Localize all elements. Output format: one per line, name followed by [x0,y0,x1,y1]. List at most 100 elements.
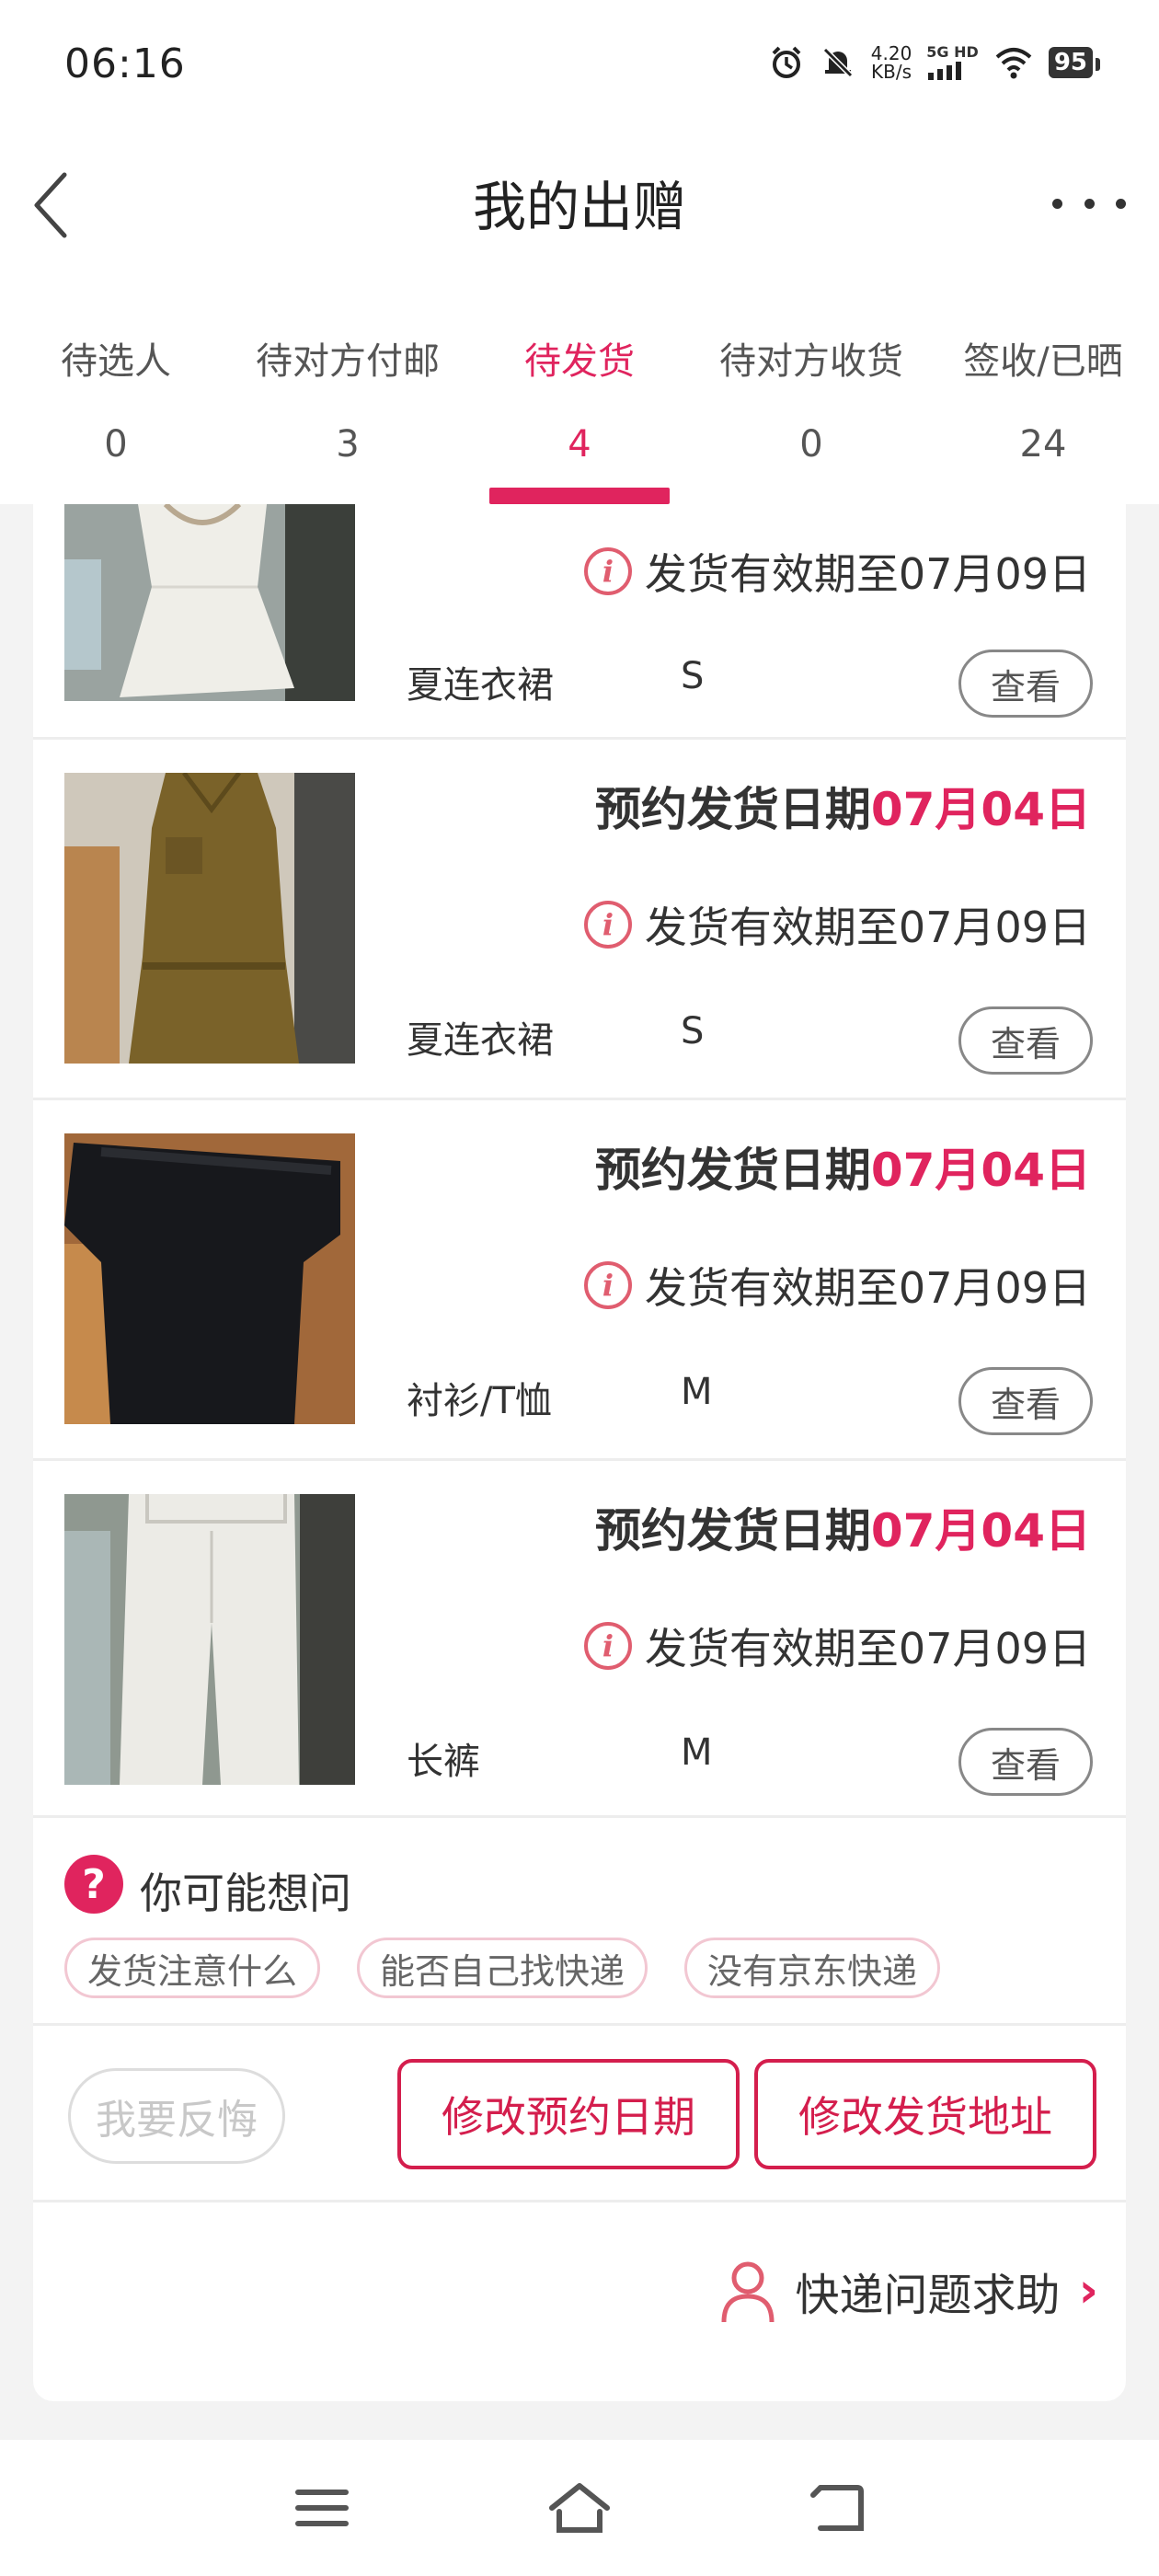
view-button[interactable]: 查看 [958,1006,1093,1075]
ship-deadline: i 发货有效期至07月09日 [583,1616,1091,1676]
item-size: M [681,1371,713,1413]
view-button[interactable]: 查看 [958,1728,1093,1796]
faq-chip[interactable]: 发货注意什么 [64,1938,321,1998]
tab-pending-receipt[interactable]: 待对方收货 0 [695,276,927,504]
item-photo[interactable] [64,773,355,1064]
net-speed: 4.20 KB/s [871,44,912,81]
list-item: i 发货有效期至07月09日 夏连衣裙 S 查看 [33,504,1126,740]
tab-count: 0 [104,423,128,466]
item-size: S [681,1010,705,1052]
ship-deadline-text: 发货有效期至07月09日 [644,903,1091,952]
shipment-list-card: i 发货有效期至07月09日 夏连衣裙 S 查看 预约发货日期07月04日 i … [33,504,1126,2401]
app-screen: 06:16 4.20 KB/s 5G HD 95 我的出赠 待选人 0 待对方付… [0,0,1159,2576]
schedule-label: 预约发货日期 [594,1504,871,1558]
more-dot-icon [1116,198,1126,209]
schedule-label: 预约发货日期 [594,783,871,836]
item-category: 衬衫/T恤 [407,1380,552,1422]
system-nav-bar [0,2440,1159,2576]
menu-icon [295,2490,349,2526]
user-icon [721,2261,775,2323]
item-category: 夏连衣裙 [407,1019,554,1062]
change-date-button[interactable]: 修改预约日期 [397,2059,740,2169]
chevron-right-icon: › [1078,2263,1098,2318]
info-icon: i [583,1622,632,1670]
tab-label: 待对方付邮 [256,340,440,383]
status-tabs: 待选人 0 待对方付邮 3 待发货 4 待对方收货 0 签收/已晒 24 [0,276,1159,504]
list-item: 预约发货日期07月04日 i 发货有效期至07月09日 夏连衣裙 S 查看 [33,740,1126,1100]
ship-deadline-text: 发货有效期至07月09日 [644,549,1091,599]
status-bar: 06:16 4.20 KB/s 5G HD 95 [0,0,1159,138]
tab-count: 24 [1019,423,1067,466]
back-arrow-icon [810,2485,864,2531]
tab-label: 签收/已晒 [963,340,1123,383]
signal-label: 5G HD [926,43,979,61]
scheduled-ship-date: 预约发货日期07月04日 [595,1133,1091,1200]
tab-count: 3 [336,423,360,466]
schedule-date: 07月04日 [870,1144,1091,1197]
menu-button[interactable] [285,2471,359,2545]
tab-label: 待对方收货 [719,340,903,383]
schedule-date: 07月04日 [870,1504,1091,1558]
schedule-label: 预约发货日期 [594,1144,871,1197]
item-category: 夏连衣裙 [407,664,554,707]
alarm-icon [772,46,801,78]
battery-indicator: 95 [1048,47,1101,78]
signal-bars-icon [928,62,962,80]
faq-chip[interactable]: 能否自己找快递 [357,1938,648,1998]
tab-pending-shipment[interactable]: 待发货 4 [464,276,695,504]
info-icon: i [583,547,632,595]
view-button[interactable]: 查看 [958,1367,1093,1435]
help-label: 快递问题求助 [795,2270,1061,2321]
faq-title: 你可能想问 [140,1869,351,1918]
tab-label: 待发货 [524,340,635,383]
status-icons: 4.20 KB/s 5G HD 95 [768,44,1101,81]
tab-label: 待选人 [61,340,171,383]
faq-chip[interactable]: 没有京东快递 [684,1938,941,1998]
info-icon: i [583,1261,632,1309]
ship-deadline: i 发货有效期至07月09日 [583,894,1091,955]
item-photo[interactable] [64,1494,355,1785]
list-item: 预约发货日期07月04日 i 发货有效期至07月09日 衬衫/T恤 M 查看 [33,1100,1126,1461]
tab-count: 4 [568,423,591,466]
home-button[interactable] [543,2471,616,2545]
action-bar: 我要反悔 修改预约日期 修改发货地址 [33,2026,1126,2202]
net-speed-value: 4.20 [870,42,912,64]
change-address-button[interactable]: 修改发货地址 [754,2059,1096,2169]
list-item: 预约发货日期07月04日 i 发货有效期至07月09日 长裤 M 查看 [33,1461,1126,1818]
ship-deadline: i 发货有效期至07月09日 [583,1255,1091,1316]
tab-pending-postage[interactable]: 待对方付邮 3 [232,276,464,504]
tab-pending-selection[interactable]: 待选人 0 [0,276,232,504]
back-nav-button[interactable] [800,2471,874,2545]
more-dot-icon [1084,198,1095,209]
wifi-icon [995,48,1032,79]
info-icon: i [583,901,632,949]
page-title: 我的出赠 [472,176,686,238]
item-photo[interactable] [64,504,355,701]
more-options-button[interactable] [1052,180,1126,226]
regret-button[interactable]: 我要反悔 [68,2068,285,2164]
status-time: 06:16 [64,40,186,87]
item-category: 长裤 [407,1741,480,1783]
tab-received-shared[interactable]: 签收/已晒 24 [927,276,1159,504]
item-size: M [681,1731,713,1774]
active-tab-indicator [489,488,670,504]
courier-help-link[interactable]: 快递问题求助 › [718,2258,1098,2324]
net-speed-unit: KB/s [871,61,912,83]
ship-deadline-text: 发货有效期至07月09日 [644,1624,1091,1673]
tab-count: 0 [799,423,823,466]
ship-deadline-text: 发货有效期至07月09日 [644,1263,1091,1313]
view-button[interactable]: 查看 [958,650,1093,718]
faq-section: ? 你可能想问 发货注意什么 能否自己找快递 没有京东快递 [33,1818,1126,2026]
faq-chips: 发货注意什么 能否自己找快递 没有京东快递 [64,1938,941,1998]
nav-bar: 我的出赠 [0,138,1159,276]
scheduled-ship-date: 预约发货日期07月04日 [595,773,1091,839]
schedule-date: 07月04日 [870,783,1091,836]
item-size: S [681,655,705,697]
mute-bell-icon [822,47,853,78]
item-photo[interactable] [64,1133,355,1424]
ship-deadline: i 发货有效期至07月09日 [583,541,1091,602]
home-icon [549,2483,610,2533]
scheduled-ship-date: 预约发货日期07月04日 [595,1494,1091,1560]
more-dot-icon [1052,198,1062,209]
cell-signal: 5G HD [926,45,979,80]
